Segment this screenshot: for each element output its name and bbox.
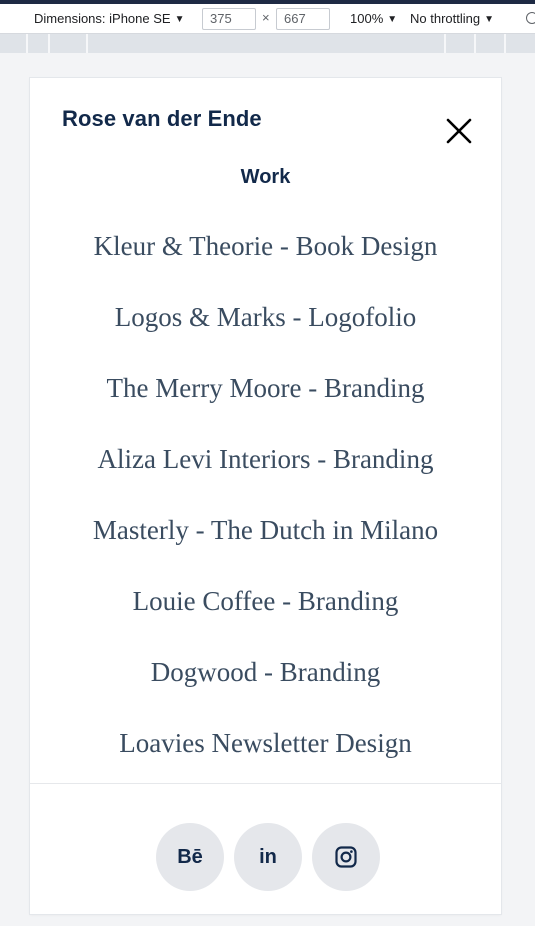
work-menu-list: Kleur & Theorie - Book Design Logos & Ma… [30, 226, 501, 794]
behance-button[interactable]: Bē [156, 823, 224, 891]
linkedin-icon: in [259, 845, 277, 868]
device-dimensions-select[interactable]: Dimensions: iPhone SE ▼ [34, 10, 184, 30]
behance-icon: Bē [177, 845, 203, 868]
rotate-icon[interactable] [526, 12, 535, 24]
menu-item-aliza-levi[interactable]: Aliza Levi Interiors - Branding [30, 439, 501, 510]
viewport-height-input[interactable]: 667 [276, 8, 330, 30]
throttling-label: No throttling [410, 11, 481, 26]
menu-section-title[interactable]: Work [30, 166, 501, 189]
ruler-segment-divider [444, 34, 446, 53]
devtools-device-toolbar: Dimensions: iPhone SE ▼ 375 × 667 100% ▼ N… [0, 4, 535, 34]
menu-item-merry-moore[interactable]: The Merry Moore - Branding [30, 368, 501, 439]
menu-item-masterly[interactable]: Masterly - The Dutch in Milano [30, 510, 501, 581]
zoom-label: 100% [350, 11, 384, 26]
menu-item-kleur-theorie[interactable]: Kleur & Theorie - Book Design [30, 226, 501, 297]
close-menu-button[interactable] [444, 116, 474, 146]
footer-divider [30, 783, 501, 784]
chevron-down-icon: ▼ [387, 14, 398, 25]
zoom-select[interactable]: 100% ▼ [350, 10, 397, 30]
linkedin-button[interactable]: in [234, 823, 302, 891]
dimension-times-symbol: × [262, 10, 270, 25]
chevron-down-icon: ▼ [174, 14, 185, 25]
viewport-width-input[interactable]: 375 [202, 8, 256, 30]
chevron-down-icon: ▼ [484, 14, 494, 25]
menu-item-dogwood[interactable]: Dogwood - Branding [30, 652, 501, 723]
ruler-segment-divider [48, 34, 50, 53]
menu-item-louie-coffee[interactable]: Louie Coffee - Branding [30, 581, 501, 652]
ruler-segment-divider [504, 34, 506, 53]
device-dimensions-label: Dimensions: iPhone SE [34, 11, 171, 26]
instagram-button[interactable] [312, 823, 380, 891]
social-links: Bē in [156, 823, 386, 891]
ruler-segment-divider [86, 34, 88, 53]
ruler-segment-divider [474, 34, 476, 53]
menu-item-logos-marks[interactable]: Logos & Marks - Logofolio [30, 297, 501, 368]
site-brand-link[interactable]: Rose van der Ende [62, 106, 262, 132]
ruler-segment-divider [26, 34, 28, 53]
close-icon [446, 118, 472, 144]
throttling-select[interactable]: No throttling ▼ [410, 10, 494, 30]
mobile-menu-panel: Rose van der Ende Work Kleur & Theorie -… [30, 78, 501, 914]
media-query-ruler[interactable] [0, 34, 535, 53]
instagram-icon [335, 846, 357, 868]
